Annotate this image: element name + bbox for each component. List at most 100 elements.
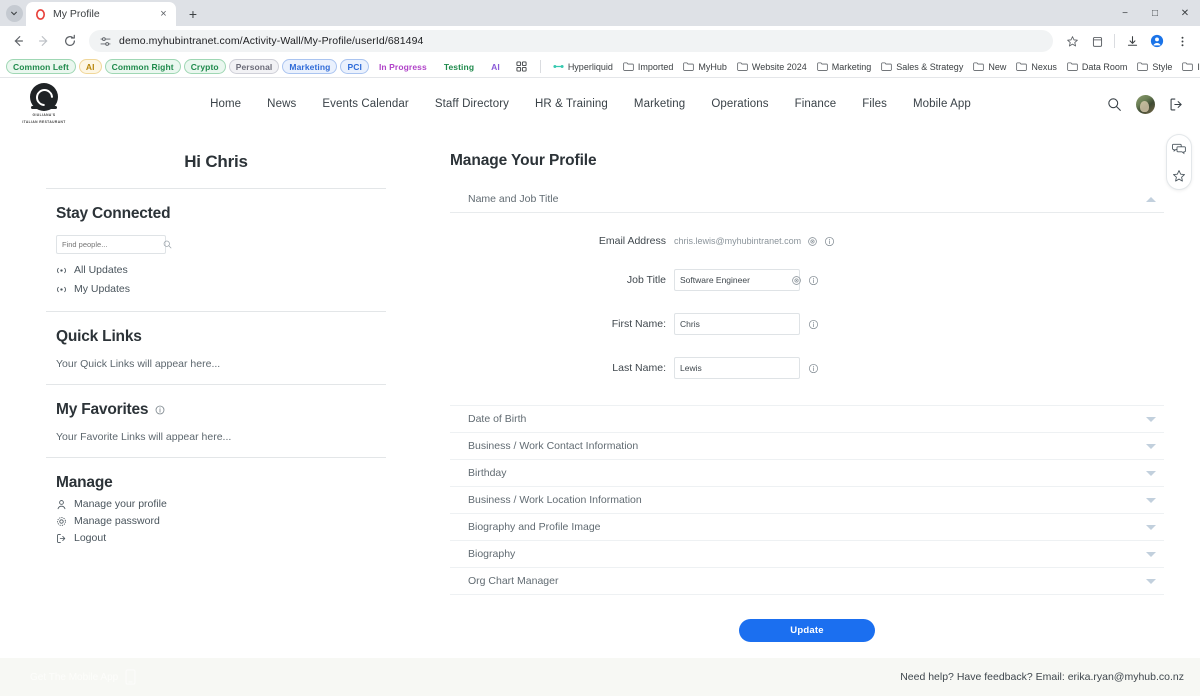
nav-item-files[interactable]: Files — [862, 98, 887, 110]
manage-link-logout[interactable]: Logout — [56, 532, 386, 544]
bookmark-folder[interactable]: New — [968, 62, 1011, 72]
nav-item-news[interactable]: News — [267, 98, 296, 110]
info-icon[interactable] — [808, 363, 819, 374]
bookmark-chip[interactable]: AI — [484, 59, 507, 74]
input-first-name[interactable] — [680, 319, 794, 329]
bookmark-folder[interactable]: Style — [1132, 62, 1177, 72]
manage-link-manage-password[interactable]: Manage password — [56, 515, 386, 527]
tune-icon[interactable] — [99, 35, 112, 48]
new-tab-button[interactable]: + — [182, 3, 204, 25]
minimize-button[interactable]: − — [1110, 0, 1140, 26]
field-input-last-name[interactable] — [674, 357, 800, 379]
address-bar[interactable]: demo.myhubintranet.com/Activity-Wall/My-… — [89, 30, 1053, 52]
bookmark-folder[interactable]: Website 2024 — [732, 62, 812, 72]
info-icon[interactable] — [155, 405, 165, 415]
nav-item-marketing[interactable]: Marketing — [634, 98, 685, 110]
nav-item-hr-training[interactable]: HR & Training — [535, 98, 608, 110]
nav-item-staff-directory[interactable]: Staff Directory — [435, 98, 509, 110]
close-icon[interactable]: × — [157, 8, 170, 21]
bookmark-folder[interactable]: MyHub — [678, 62, 732, 72]
nav-item-mobile-app[interactable]: Mobile App — [913, 98, 971, 110]
bookmark-chip[interactable]: Crypto — [183, 59, 226, 74]
bookmark-folder[interactable]: Marketing — [812, 62, 877, 72]
chevron-down-icon[interactable] — [1146, 551, 1156, 557]
accordion-biography[interactable]: Biography — [450, 541, 1164, 568]
search-icon[interactable] — [163, 240, 172, 249]
apps-grid-icon[interactable] — [510, 61, 533, 72]
accordion-name-and-job-title[interactable]: Name and Job Title — [450, 186, 1164, 213]
accordion-birthday[interactable]: Birthday — [450, 460, 1164, 487]
close-window-button[interactable]: ✕ — [1170, 0, 1200, 26]
search-input[interactable] — [62, 240, 159, 249]
accordion-business-work-contact-information[interactable]: Business / Work Contact Information — [450, 433, 1164, 460]
browser-tab[interactable]: My Profile × — [26, 2, 176, 26]
eye-icon[interactable] — [791, 275, 802, 286]
reload-button[interactable] — [58, 29, 82, 53]
bookmark-folder[interactable]: Sales & Strategy — [876, 62, 968, 72]
chevron-down-icon[interactable] — [1146, 470, 1156, 476]
update-button[interactable]: Update — [739, 619, 875, 642]
input-last-name[interactable] — [680, 363, 794, 373]
kebab-menu-icon[interactable] — [1170, 29, 1194, 53]
star-icon[interactable] — [1172, 169, 1186, 183]
bookmark-chip[interactable]: AI — [78, 59, 102, 74]
bookmark-chip[interactable]: PCI — [340, 59, 369, 74]
nav-item-operations[interactable]: Operations — [711, 98, 768, 110]
bookmark-chip[interactable]: Marketing — [282, 59, 338, 74]
chevron-down-icon[interactable] — [1146, 497, 1156, 503]
bookmark-folder[interactable]: Imported — [618, 62, 679, 72]
chevron-down-icon[interactable] — [1146, 524, 1156, 530]
split-screen-icon[interactable] — [1085, 29, 1109, 53]
site-logo[interactable]: GIULIANA'S ITALIAN RESTAURANT — [14, 83, 74, 125]
input-job-title[interactable] — [680, 275, 791, 285]
account-icon[interactable] — [1145, 29, 1169, 53]
download-icon[interactable] — [1120, 29, 1144, 53]
maximize-button[interactable]: □ — [1140, 0, 1170, 26]
greeting-heading: Hi Chris — [184, 152, 248, 171]
bookmark-chip[interactable]: In Progress — [372, 59, 434, 74]
accordion-business-work-location-information[interactable]: Business / Work Location Information — [450, 487, 1164, 514]
bookmark-folder[interactable]: Hyperliquid — [548, 62, 618, 72]
get-mobile-app-button[interactable]: Get The Mobile App — [30, 669, 136, 685]
field-input-first-name[interactable] — [674, 313, 800, 335]
manage-link-manage-your-profile[interactable]: Manage your profile — [56, 498, 386, 510]
star-icon[interactable] — [1060, 29, 1084, 53]
logout-icon[interactable] — [1169, 97, 1184, 112]
forward-button[interactable] — [32, 29, 56, 53]
bookmark-chip[interactable]: Common Right — [104, 59, 181, 74]
chevron-down-icon[interactable] — [1146, 578, 1156, 584]
nav-item-finance[interactable]: Finance — [795, 98, 837, 110]
chevron-down-icon[interactable] — [1146, 416, 1156, 422]
bookmark-folder[interactable]: Nexus — [1011, 62, 1062, 72]
find-people-search[interactable] — [56, 235, 172, 254]
eye-icon[interactable] — [807, 236, 818, 247]
sidebar-link-all-updates[interactable]: All Updates — [56, 264, 386, 276]
nav-item-events-calendar[interactable]: Events Calendar — [322, 98, 409, 110]
search-icon[interactable] — [1107, 97, 1122, 112]
nav-item-home[interactable]: Home — [210, 98, 241, 110]
accordion-date-of-birth[interactable]: Date of Birth — [450, 405, 1164, 433]
field-input-job-title[interactable] — [674, 269, 802, 291]
sidebar-link-my-updates[interactable]: My Updates — [56, 283, 386, 295]
folder-icon — [737, 62, 748, 71]
bookmark-folders: Hyperliquid Imported MyHub Website 2024 Mark… — [548, 62, 1200, 72]
back-button[interactable] — [6, 29, 30, 53]
accordion-label: Business / Work Location Information — [468, 494, 642, 506]
bookmark-chip[interactable]: Common Left — [6, 59, 76, 74]
avatar[interactable] — [1136, 94, 1155, 114]
info-icon[interactable] — [808, 275, 819, 286]
left-sidebar: Hi Chris Stay Connected All Updates My Up… — [0, 130, 432, 642]
info-icon[interactable] — [808, 319, 819, 330]
info-icon[interactable] — [824, 236, 835, 247]
chat-bubbles-icon[interactable] — [1172, 142, 1186, 156]
accordion-org-chart-manager[interactable]: Org Chart Manager — [450, 568, 1164, 595]
chevron-down-icon[interactable] — [1146, 443, 1156, 449]
bookmark-folder[interactable]: Data Room — [1062, 62, 1133, 72]
chevron-up-icon[interactable] — [1146, 196, 1156, 202]
chevron-down-icon — [5, 4, 23, 22]
bookmark-folder[interactable]: IS Migration — [1177, 62, 1200, 72]
bookmark-chip[interactable]: Testing — [437, 59, 481, 74]
accordion-biography-and-profile-image[interactable]: Biography and Profile Image — [450, 514, 1164, 541]
bookmark-chip[interactable]: Personal — [228, 59, 280, 74]
tab-search-button[interactable] — [2, 2, 26, 24]
